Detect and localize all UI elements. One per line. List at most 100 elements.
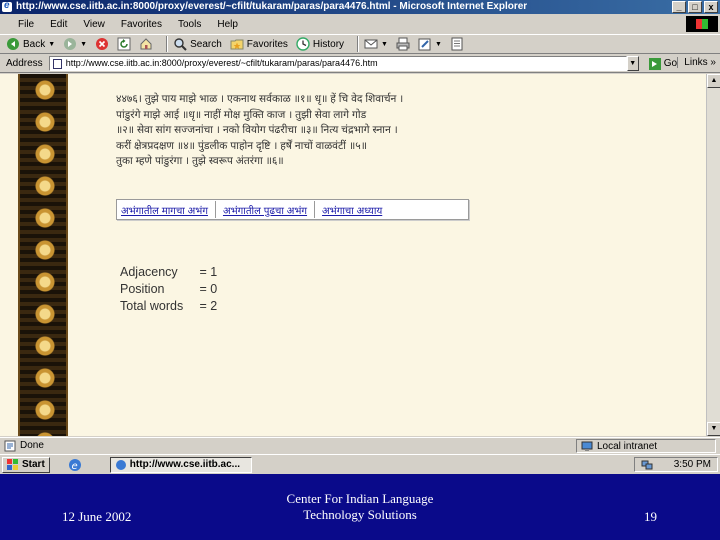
next-abhang-link[interactable]: अभंगातील पुढचा अभंग xyxy=(219,203,311,217)
stop-button[interactable] xyxy=(95,37,109,51)
address-input[interactable]: http://www.cse.iitb.ac.in:8000/proxy/eve… xyxy=(48,56,627,71)
window-title: http://www.cse.iitb.ac.in:8000/proxy/eve… xyxy=(16,1,528,12)
history-label: History xyxy=(312,38,345,50)
back-label: Back xyxy=(23,38,46,50)
mail-button[interactable]: ▼ xyxy=(364,37,388,51)
screen: http://www.cse.iitb.ac.in:8000/proxy/eve… xyxy=(0,0,720,474)
toolbar: Back ▼ ▼ Search Favorites History ▼ ▼ xyxy=(0,34,720,54)
navigation-links: अभंगातील मागचा अभंग अभंगातील पुढचा अभंग … xyxy=(116,199,469,220)
title-bar: http://www.cse.iitb.ac.in:8000/proxy/eve… xyxy=(0,0,720,14)
back-button[interactable]: Back ▼ xyxy=(6,37,55,51)
previous-abhang-link[interactable]: अभंगातील मागचा अभंग xyxy=(117,203,212,217)
stat-label: Total words xyxy=(120,299,184,313)
search-button[interactable]: Search xyxy=(173,37,222,51)
scroll-up-arrow-icon[interactable]: ▲ xyxy=(707,74,720,88)
windows-logo-icon xyxy=(686,16,718,32)
stat-label: Position xyxy=(120,282,165,296)
print-button[interactable] xyxy=(396,37,410,51)
svg-text:e: e xyxy=(72,461,78,472)
network-icon[interactable] xyxy=(641,459,653,471)
window-controls: _ □ x xyxy=(672,1,718,13)
edit-button[interactable]: ▼ xyxy=(418,37,442,51)
address-url: http://www.cse.iitb.ac.in:8000/proxy/eve… xyxy=(65,58,378,68)
abhang-line: ॥२॥ सेवा सांग सज्जनांचा । नको वियोग पंढर… xyxy=(116,124,398,136)
clock[interactable]: 3:50 PM xyxy=(674,459,711,470)
stat-row: Position = 0 xyxy=(120,281,217,298)
maximize-button[interactable]: □ xyxy=(688,1,702,13)
stat-value: = 1 xyxy=(199,265,218,279)
scroll-down-arrow-icon[interactable]: ▼ xyxy=(707,422,720,436)
slide-number: 19 xyxy=(644,509,657,524)
ie-icon xyxy=(2,0,12,13)
page-content: ४४७६। तुझे पाय माझे भाळ । एकनाथ सर्वकाळ … xyxy=(0,74,706,436)
security-zone: Local intranet xyxy=(576,439,716,453)
forward-button[interactable]: ▼ xyxy=(63,37,87,51)
taskbar-ie-window-button[interactable]: http://www.cse.iitb.ac... xyxy=(109,456,252,473)
menu-file[interactable]: File xyxy=(10,19,42,30)
menu-favorites[interactable]: Favorites xyxy=(113,19,170,30)
links-button[interactable]: Links » xyxy=(677,57,716,68)
zone-label: Local intranet xyxy=(597,440,658,452)
forward-dropdown-icon[interactable]: ▼ xyxy=(80,41,87,48)
address-dropdown-button[interactable]: ▼ xyxy=(626,56,639,71)
back-arrow-icon xyxy=(7,38,19,50)
abhang-line: पांडुरंगे माझे आई ॥धृ॥ नाहीं मोक्ष मुक्त… xyxy=(116,108,367,121)
favorites-folder-icon xyxy=(230,39,244,50)
search-label: Search xyxy=(190,38,222,50)
link-divider xyxy=(214,201,216,218)
refresh-icon xyxy=(117,37,131,51)
ie-task-icon xyxy=(115,459,126,470)
menu-help[interactable]: Help xyxy=(209,19,246,30)
vertical-scrollbar[interactable]: ▲ ▼ xyxy=(706,74,720,436)
abhang-line: ४४७६। तुझे पाय माझे भाळ । एकनाथ सर्वकाळ … xyxy=(116,93,404,105)
menu-view[interactable]: View xyxy=(75,19,113,30)
status-text-area: Done xyxy=(4,440,44,452)
history-button[interactable]: History xyxy=(296,37,344,51)
home-button[interactable] xyxy=(139,37,153,51)
task-label: http://www.cse.iitb.ac... xyxy=(129,459,240,470)
go-label: Go xyxy=(663,58,678,69)
close-button[interactable]: x xyxy=(704,1,718,13)
stat-row: Adjacency = 1 xyxy=(120,264,217,281)
stop-icon xyxy=(96,38,109,50)
intranet-icon xyxy=(581,441,593,451)
abhang-line: करीं क्षेत्रप्रदक्षण ॥४॥ पुंडलीक पाहोन द… xyxy=(116,139,367,152)
print-icon xyxy=(396,37,410,51)
stat-value: = 2 xyxy=(199,299,218,313)
stat-row: Total words = 2 xyxy=(120,298,217,315)
go-button[interactable]: Go xyxy=(648,57,678,70)
start-button[interactable]: Start xyxy=(2,456,50,473)
minimize-button[interactable]: _ xyxy=(672,1,686,13)
history-icon xyxy=(296,37,310,51)
footer-org-line: Technology Solutions xyxy=(303,507,417,522)
footer-organization: Center For Indian Language Technology So… xyxy=(260,491,460,523)
edit-dropdown-icon[interactable]: ▼ xyxy=(435,41,442,48)
status-bar: Done Local intranet xyxy=(0,437,720,453)
discuss-button[interactable] xyxy=(450,37,464,51)
mail-dropdown-icon[interactable]: ▼ xyxy=(381,41,388,48)
mail-icon xyxy=(364,39,378,49)
status-text: Done xyxy=(20,440,44,451)
abhang-line: तुका म्हणे पांडुरंगा । तुझे स्वरूप अंतरं… xyxy=(116,155,284,167)
menu-tools[interactable]: Tools xyxy=(170,19,209,30)
slide-footer: 12 June 2002 Center For Indian Language … xyxy=(0,474,720,540)
search-icon xyxy=(174,38,187,51)
back-dropdown-icon[interactable]: ▼ xyxy=(48,41,55,48)
refresh-button[interactable] xyxy=(117,37,131,51)
windows-flag-icon xyxy=(7,458,18,470)
quicklaunch-ie-icon[interactable]: e xyxy=(68,458,82,472)
abhang-chapter-link[interactable]: अभंगाचा अध्याय xyxy=(318,203,386,217)
page-icon xyxy=(52,59,62,69)
home-icon xyxy=(140,38,152,50)
footer-org-line: Center For Indian Language xyxy=(286,491,434,506)
edit-icon xyxy=(418,38,431,51)
favorites-button[interactable]: Favorites xyxy=(230,37,288,51)
address-bar: Address http://www.cse.iitb.ac.in:8000/p… xyxy=(0,55,720,73)
address-label: Address xyxy=(6,58,43,69)
taskbar: Start e http://www.cse.iitb.ac... 3:50 P… xyxy=(0,454,720,474)
menu-edit[interactable]: Edit xyxy=(42,19,75,30)
links-label: Links xyxy=(684,57,708,68)
forward-arrow-icon xyxy=(64,38,77,50)
decorative-border xyxy=(18,74,68,436)
start-label: Start xyxy=(22,459,45,470)
